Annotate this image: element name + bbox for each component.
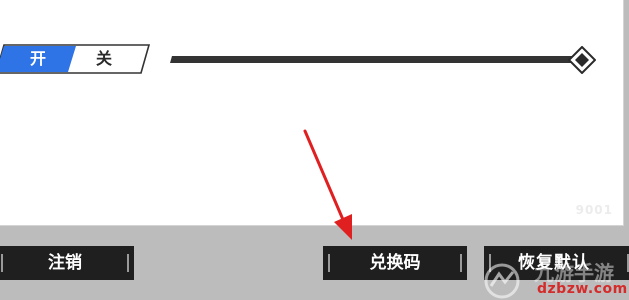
site-logo-icon [484, 263, 520, 299]
site-watermark-url: dzbzw.com [537, 281, 628, 297]
red-arrow-annotation [303, 129, 352, 240]
